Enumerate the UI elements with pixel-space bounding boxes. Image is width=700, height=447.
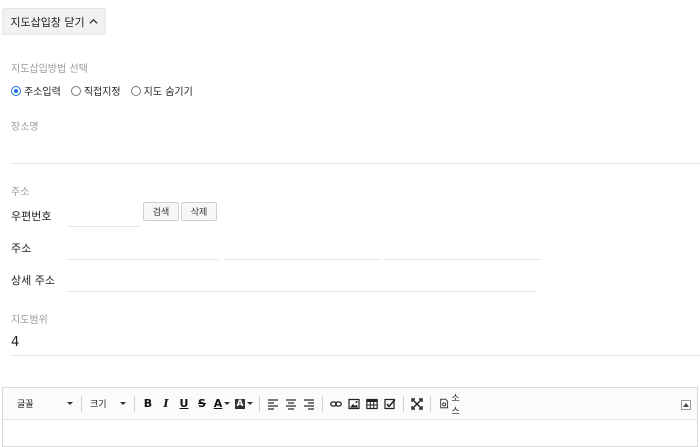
align-left-icon [268, 398, 278, 410]
place-name-label: 장소명 [11, 122, 39, 133]
search-button[interactable]: 검색 [143, 202, 179, 221]
checkbox-icon [384, 398, 396, 409]
table-button[interactable] [363, 394, 381, 414]
chevron-down-icon [67, 402, 73, 405]
bg-color-button[interactable]: A [233, 394, 255, 414]
image-icon [348, 398, 360, 409]
font-family-select-label: 글꼴 [17, 400, 34, 410]
map-range-underline [11, 355, 700, 356]
postal-code-label: 우편번호 [11, 210, 52, 223]
align-center-button[interactable] [282, 394, 300, 414]
address-section-label: 주소 [11, 187, 30, 198]
detail-address-label: 상세 주소 [11, 274, 55, 287]
align-center-icon [286, 398, 296, 410]
toolbar-divider [81, 395, 82, 412]
fullscreen-icon [411, 397, 423, 410]
address-input-1[interactable] [68, 240, 219, 260]
checklist-button[interactable] [381, 394, 399, 414]
postal-code-input[interactable] [68, 207, 140, 227]
triangle-up-icon [683, 403, 689, 407]
font-size-select-label: 크기 [90, 400, 107, 410]
address-input-2[interactable] [224, 240, 380, 260]
chevron-down-icon [247, 402, 254, 405]
font-size-select[interactable]: 크기 [86, 394, 130, 414]
radio-manual[interactable]: 직접지정 [70, 83, 121, 98]
radio-manual-dot[interactable] [70, 85, 81, 96]
toolbar-divider [259, 395, 260, 412]
radio-hide-map-dot[interactable] [130, 85, 141, 96]
collapse-toolbar-button[interactable] [681, 400, 691, 410]
image-button[interactable] [345, 394, 363, 414]
toolbar-divider [403, 395, 404, 412]
map-toggle-button[interactable]: 지도삽입창 닫기 [2, 8, 106, 35]
address-label: 주소 [11, 242, 32, 255]
align-right-button[interactable] [300, 394, 318, 414]
toolbar-divider [322, 395, 323, 412]
underline-button[interactable]: U [175, 394, 193, 414]
font-color-button[interactable]: A [211, 394, 233, 414]
radio-hide-map[interactable]: 지도 숨기기 [130, 83, 193, 98]
align-left-button[interactable] [264, 394, 282, 414]
table-icon [366, 398, 378, 409]
align-right-icon [304, 398, 314, 410]
font-color-label: A [213, 397, 223, 410]
source-label: 소스 [451, 393, 460, 417]
radio-hide-map-label: 지도 숨기기 [143, 87, 193, 98]
italic-button[interactable]: I [157, 394, 175, 414]
map-toggle-label: 지도삽입창 닫기 [10, 15, 85, 29]
toolbar-divider [430, 395, 431, 412]
toolbar-divider [134, 395, 135, 412]
font-family-select[interactable]: 글꼴 [13, 394, 77, 414]
radio-manual-label: 직접지정 [83, 87, 121, 98]
rich-text-editor: 글꼴 크기 B I U S A A 소스 [2, 387, 698, 447]
link-button[interactable] [327, 394, 345, 414]
source-icon [440, 398, 449, 409]
detail-address-input[interactable] [68, 272, 536, 292]
place-name-input[interactable] [11, 144, 700, 164]
chevron-up-icon [89, 18, 98, 24]
strikethrough-button[interactable]: S [193, 394, 211, 414]
radio-address-input-label: 주소입력 [24, 87, 61, 98]
chevron-down-icon [120, 402, 126, 405]
radio-address-input-dot[interactable] [11, 85, 21, 96]
map-range-value[interactable]: 4 [11, 335, 19, 350]
insert-method-radio-group: 주소입력 직접지정 지도 숨기기 [11, 83, 193, 98]
insert-method-label: 지도삽입방법 선택 [11, 64, 88, 75]
bg-color-label: A [234, 398, 246, 409]
link-icon [330, 400, 342, 407]
map-range-label: 지도범위 [11, 315, 48, 326]
radio-address-input[interactable]: 주소입력 [11, 83, 61, 98]
fullscreen-button[interactable] [408, 394, 426, 414]
chevron-down-icon [224, 402, 231, 405]
delete-button[interactable]: 삭제 [181, 202, 217, 221]
bold-button[interactable]: B [139, 394, 157, 414]
address-input-3[interactable] [384, 240, 542, 260]
source-button[interactable]: 소스 [435, 393, 471, 417]
editor-toolbar: 글꼴 크기 B I U S A A 소스 [3, 388, 697, 420]
